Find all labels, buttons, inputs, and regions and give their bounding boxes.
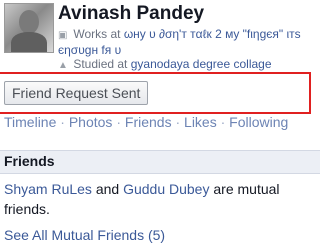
avatar-body [11, 32, 47, 52]
tab-photos[interactable]: Photos [69, 114, 113, 130]
studied-value-link[interactable]: gyanodaya degree collage [131, 57, 272, 71]
mutual-friend-link-1[interactable]: Shyam RuLes [4, 181, 92, 197]
mutual-friends-text: Shyam RuLes and Guddu Dubey are mutual f… [4, 179, 314, 219]
works-prefix: Works at [73, 27, 121, 41]
and-text: and [95, 181, 120, 197]
graduation-cap-icon: ▲ [58, 60, 68, 71]
friends-section-header: Friends [0, 150, 320, 174]
profile-avatar[interactable] [4, 3, 54, 53]
tab-friends[interactable]: Friends [125, 114, 172, 130]
profile-tabs: Timeline · Photos · Friends · Likes · Fo… [4, 114, 304, 131]
work-info: ▣ Works at ωнy υ ∂ση'т тαℓк 2 мy "fιηgєя… [58, 27, 316, 58]
see-all-mutual-friends-link[interactable]: See All Mutual Friends (5) [4, 227, 165, 243]
profile-name: Avinash Pandey [58, 3, 205, 24]
friend-request-sent-button[interactable]: Friend Request Sent [4, 81, 149, 105]
tab-separator: · [175, 114, 181, 130]
tab-timeline[interactable]: Timeline [4, 114, 56, 130]
education-info: ▲ Studied at gyanodaya degree collage [58, 57, 272, 73]
section-title: Friends [4, 153, 55, 169]
briefcase-icon: ▣ [58, 30, 68, 41]
tab-separator: · [60, 114, 65, 130]
tab-separator: · [116, 114, 121, 130]
studied-prefix: Studied at [73, 57, 128, 71]
tab-following[interactable]: Following [229, 114, 288, 130]
tab-separator: · [220, 114, 226, 130]
avatar-face [19, 10, 39, 34]
mutual-friend-link-2[interactable]: Guddu Dubey [123, 181, 209, 197]
tab-likes[interactable]: Likes [184, 114, 217, 130]
